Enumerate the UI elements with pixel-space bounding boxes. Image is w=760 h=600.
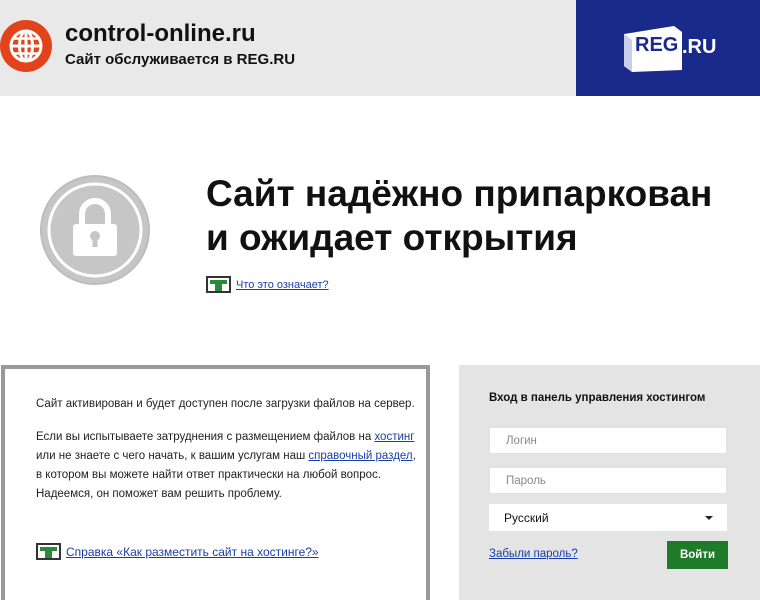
para2-part2: или не знаете с чего начать, к вашим усл… (36, 450, 309, 462)
info-sign-icon (206, 276, 231, 293)
domain-name: control-online.ru (65, 20, 256, 47)
info-paragraph-2: Если вы испытываете затруднения с размещ… (36, 428, 416, 504)
language-value: Русский (504, 510, 549, 525)
regru-logo-reg: REG (635, 34, 679, 56)
password-input[interactable] (489, 467, 727, 494)
login-button[interactable]: Войти (667, 541, 728, 569)
login-panel: Вход в панель управления хостингом Русск… (459, 365, 760, 600)
info-text: Сайт активирован и будет доступен после … (36, 395, 416, 518)
help-row: Справка «Как разместить сайт на хостинге… (36, 543, 319, 560)
headline-line-1: Сайт надёжно припаркован (206, 173, 713, 214)
hosted-by-text: Сайт обслуживается в REG.RU (65, 51, 296, 68)
login-input[interactable] (489, 427, 727, 454)
info-panel: Сайт активирован и будет доступен после … (1, 365, 430, 600)
site-header: control-online.ru Сайт обслуживается в R… (0, 0, 760, 96)
language-select[interactable]: Русский (489, 504, 727, 531)
info-sign-icon (36, 543, 61, 560)
globe-icon (0, 20, 52, 72)
what-it-means-link[interactable]: Что это означает? (236, 279, 329, 291)
para2-part1: Если вы испытываете затруднения с размещ… (36, 431, 375, 443)
lock-icon (37, 172, 153, 293)
parked-headline: Сайт надёжно припаркован и ожидает откры… (206, 172, 712, 260)
chevron-down-icon (705, 516, 713, 520)
headline-line-2: и ожидает открытия (206, 217, 578, 258)
regru-logo[interactable]: REG .RU (576, 0, 760, 96)
regru-logo-ru: .RU (682, 36, 717, 58)
help-section-link[interactable]: справочный раздел (308, 450, 412, 462)
what-it-means: Что это означает? (206, 276, 329, 293)
login-title: Вход в панель управления хостингом (489, 392, 706, 404)
how-to-host-link[interactable]: Справка «Как разместить сайт на хостинге… (66, 545, 319, 559)
forgot-password-link[interactable]: Забыли пароль? (489, 548, 578, 560)
info-paragraph-1: Сайт активирован и будет доступен после … (36, 398, 415, 410)
hosting-link[interactable]: хостинг (374, 431, 414, 443)
